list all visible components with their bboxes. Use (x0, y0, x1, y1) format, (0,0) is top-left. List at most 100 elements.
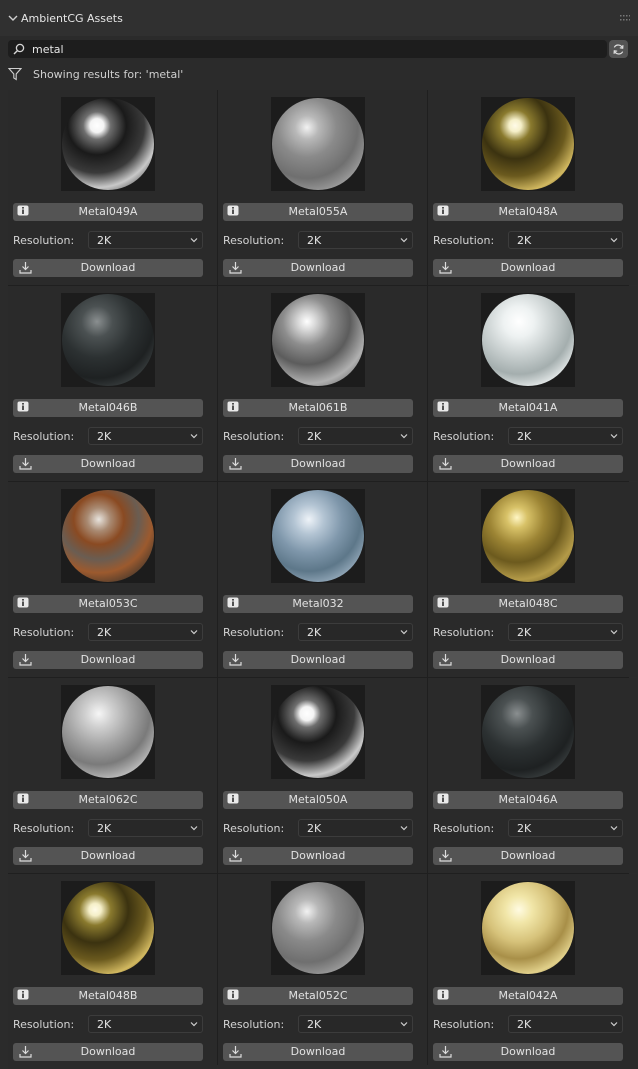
asset-thumbnail[interactable] (481, 489, 575, 583)
asset-name-button[interactable]: Metal062C (13, 791, 203, 809)
asset-thumbnail[interactable] (271, 881, 365, 975)
search-box[interactable] (8, 40, 607, 58)
search-input[interactable] (32, 42, 592, 56)
asset-name: Metal046B (78, 401, 138, 414)
resolution-dropdown[interactable]: 2K (88, 623, 203, 641)
asset-name-button[interactable]: Metal042A (433, 987, 623, 1005)
material-preview-sphere (482, 686, 574, 778)
resolution-value: 2K (97, 234, 112, 247)
resolution-dropdown[interactable]: 2K (298, 623, 413, 641)
asset-thumbnail[interactable] (481, 293, 575, 387)
chevron-down-icon[interactable] (7, 12, 19, 24)
download-button[interactable]: Download (223, 1043, 413, 1061)
download-button[interactable]: Download (223, 651, 413, 669)
material-preview-sphere (482, 490, 574, 582)
asset-card: Metal048B Resolution: 2K Download (8, 874, 217, 1069)
asset-name-button[interactable]: Metal046A (433, 791, 623, 809)
download-button[interactable]: Download (13, 1043, 203, 1061)
asset-thumbnail[interactable] (61, 489, 155, 583)
asset-thumbnail[interactable] (271, 293, 365, 387)
grid-divider (8, 873, 629, 874)
material-preview-sphere (272, 686, 364, 778)
download-button[interactable]: Download (223, 847, 413, 865)
asset-name: Metal062C (78, 793, 138, 806)
filter-icon (8, 67, 22, 81)
asset-name-button[interactable]: Metal052C (223, 987, 413, 1005)
refresh-button[interactable] (609, 40, 628, 58)
download-button[interactable]: Download (433, 651, 623, 669)
resolution-label: Resolution: (223, 234, 285, 247)
asset-name-button[interactable]: Metal041A (433, 399, 623, 417)
resolution-dropdown[interactable]: 2K (88, 427, 203, 445)
asset-name-button[interactable]: Metal061B (223, 399, 413, 417)
download-button[interactable]: Download (433, 847, 623, 865)
resolution-dropdown[interactable]: 2K (508, 623, 623, 641)
asset-thumbnail[interactable] (481, 881, 575, 975)
resolution-dropdown[interactable]: 2K (298, 427, 413, 445)
download-label: Download (500, 849, 556, 862)
download-button[interactable]: Download (13, 259, 203, 277)
asset-thumbnail[interactable] (61, 685, 155, 779)
download-label: Download (500, 457, 556, 470)
download-button[interactable]: Download (223, 455, 413, 473)
grid-divider (427, 90, 428, 1065)
asset-name-button[interactable]: Metal032 (223, 595, 413, 613)
asset-name-button[interactable]: Metal048C (433, 595, 623, 613)
chevron-down-icon (190, 826, 198, 831)
resolution-dropdown[interactable]: 2K (298, 231, 413, 249)
asset-thumbnail[interactable] (271, 685, 365, 779)
resolution-dropdown[interactable]: 2K (88, 231, 203, 249)
asset-card: Metal048C Resolution: 2K Download (428, 482, 637, 677)
download-button[interactable]: Download (13, 651, 203, 669)
drag-grip-icon[interactable] (620, 14, 630, 22)
asset-thumbnail[interactable] (61, 97, 155, 191)
download-button[interactable]: Download (13, 455, 203, 473)
asset-thumbnail[interactable] (271, 489, 365, 583)
asset-name-button[interactable]: Metal049A (13, 203, 203, 221)
download-button[interactable]: Download (223, 259, 413, 277)
asset-thumbnail[interactable] (61, 881, 155, 975)
asset-card: Metal052C Resolution: 2K Download (218, 874, 427, 1069)
refresh-icon (613, 43, 624, 55)
chevron-down-icon (190, 238, 198, 243)
download-label: Download (290, 261, 346, 274)
asset-name-button[interactable]: Metal050A (223, 791, 413, 809)
asset-name: Metal049A (78, 205, 138, 218)
asset-thumbnail[interactable] (481, 685, 575, 779)
resolution-dropdown[interactable]: 2K (508, 427, 623, 445)
chevron-down-icon (610, 1022, 618, 1027)
asset-thumbnail[interactable] (481, 97, 575, 191)
download-button[interactable]: Download (433, 455, 623, 473)
resolution-label: Resolution: (433, 430, 495, 443)
chevron-down-icon (610, 238, 618, 243)
resolution-dropdown[interactable]: 2K (88, 819, 203, 837)
resolution-value: 2K (97, 1018, 112, 1031)
material-preview-sphere (62, 882, 154, 974)
asset-name-button[interactable]: Metal055A (223, 203, 413, 221)
asset-name: Metal050A (288, 793, 348, 806)
chevron-down-icon (190, 434, 198, 439)
asset-name-button[interactable]: Metal048B (13, 987, 203, 1005)
asset-thumbnail[interactable] (271, 97, 365, 191)
resolution-dropdown[interactable]: 2K (298, 1015, 413, 1033)
asset-name: Metal053C (78, 597, 138, 610)
resolution-dropdown[interactable]: 2K (508, 819, 623, 837)
asset-name-button[interactable]: Metal053C (13, 595, 203, 613)
asset-name-button[interactable]: Metal046B (13, 399, 203, 417)
material-preview-sphere (272, 490, 364, 582)
resolution-dropdown[interactable]: 2K (88, 1015, 203, 1033)
resolution-dropdown[interactable]: 2K (508, 231, 623, 249)
download-button[interactable]: Download (13, 847, 203, 865)
resolution-value: 2K (97, 822, 112, 835)
resolution-dropdown[interactable]: 2K (298, 819, 413, 837)
asset-thumbnail[interactable] (61, 293, 155, 387)
asset-name-button[interactable]: Metal048A (433, 203, 623, 221)
search-row (8, 40, 628, 58)
asset-name: Metal048C (498, 597, 558, 610)
resolution-label: Resolution: (433, 1018, 495, 1031)
download-button[interactable]: Download (433, 1043, 623, 1061)
resolution-dropdown[interactable]: 2K (508, 1015, 623, 1033)
panel-header[interactable]: AmbientCG Assets (0, 0, 638, 36)
download-button[interactable]: Download (433, 259, 623, 277)
resolution-value: 2K (307, 430, 322, 443)
